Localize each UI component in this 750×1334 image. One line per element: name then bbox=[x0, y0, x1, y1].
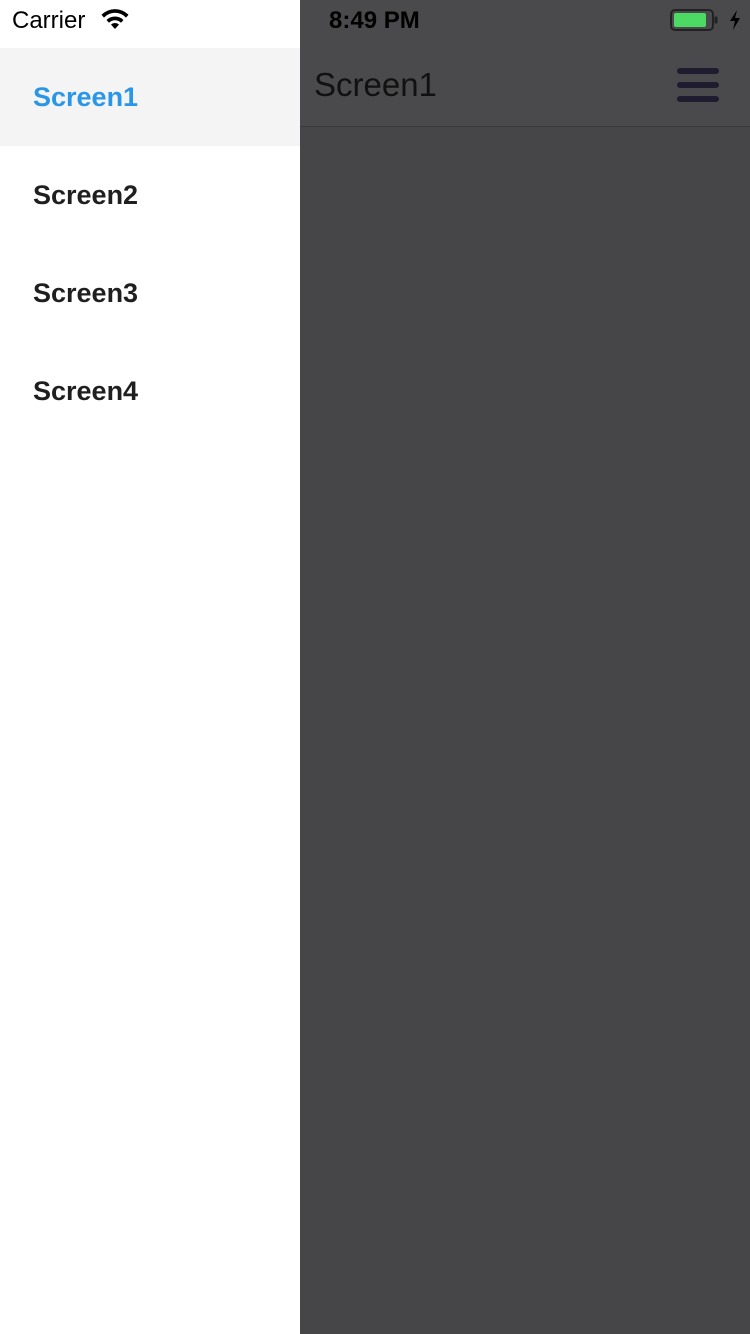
hamburger-menu-icon[interactable] bbox=[674, 66, 720, 106]
navigation-drawer: Screen1 Screen2 Screen3 Screen4 bbox=[0, 0, 300, 1334]
drawer-menu-list: Screen1 Screen2 Screen3 Screen4 bbox=[0, 48, 300, 440]
battery-icon bbox=[670, 9, 718, 31]
wifi-icon bbox=[101, 9, 129, 29]
menu-bar-bottom bbox=[677, 96, 719, 102]
menu-bar-top bbox=[677, 68, 719, 74]
app-screen: Screen1 Screen2 Screen3 Screen4 Screen1 … bbox=[0, 0, 750, 1334]
menu-bar-middle bbox=[677, 82, 719, 88]
carrier-label: Carrier bbox=[12, 7, 86, 34]
drawer-item-screen2[interactable]: Screen2 bbox=[0, 146, 300, 244]
status-time: 8:49 PM bbox=[329, 7, 420, 34]
main-content-overlay[interactable]: Screen1 bbox=[300, 0, 750, 1334]
drawer-item-screen4[interactable]: Screen4 bbox=[0, 342, 300, 440]
drawer-item-label: Screen4 bbox=[33, 375, 139, 406]
charging-bolt-icon bbox=[730, 10, 740, 30]
drawer-item-screen3[interactable]: Screen3 bbox=[0, 244, 300, 342]
drawer-item-label: Screen2 bbox=[33, 179, 139, 210]
drawer-item-screen1[interactable]: Screen1 bbox=[0, 48, 300, 146]
drawer-item-label: Screen1 bbox=[33, 81, 139, 112]
drawer-item-label: Screen3 bbox=[33, 277, 139, 308]
status-bar: Carrier 8:49 PM bbox=[0, 0, 750, 40]
page-title: Screen1 bbox=[314, 66, 437, 103]
